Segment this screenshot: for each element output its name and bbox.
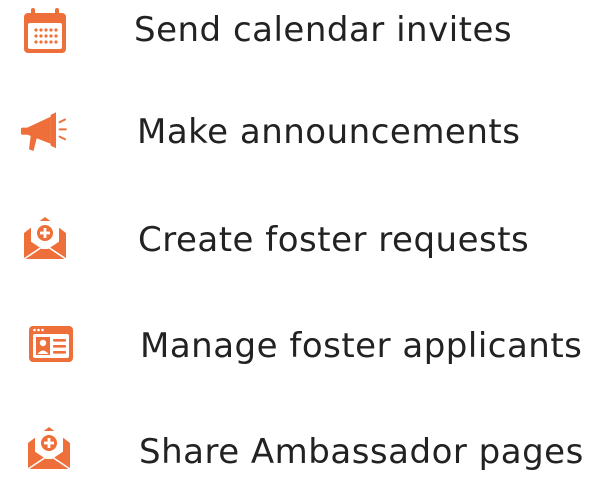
feature-item-foster-applicants: Manage foster applicants xyxy=(0,314,593,374)
feature-item-ambassador-pages: Share Ambassador pages xyxy=(0,420,593,480)
profile-card-icon xyxy=(24,318,78,372)
feature-label: Create foster requests xyxy=(138,220,530,260)
feature-item-calendar-invites: Send calendar invites xyxy=(0,0,593,60)
feature-label: Share Ambassador pages xyxy=(139,432,584,472)
feature-item-foster-requests: Create foster requests xyxy=(0,208,593,268)
feature-label: Manage foster applicants xyxy=(140,326,583,366)
envelope-plus-icon xyxy=(18,210,72,264)
calendar-icon xyxy=(18,4,72,58)
feature-item-announcements: Make announcements xyxy=(0,102,593,162)
feature-label: Make announcements xyxy=(137,112,521,152)
megaphone-icon xyxy=(20,106,74,160)
envelope-plus-icon xyxy=(22,420,76,474)
feature-label: Send calendar invites xyxy=(134,10,513,50)
feature-list: Send calendar invites Make announcements xyxy=(0,0,593,475)
